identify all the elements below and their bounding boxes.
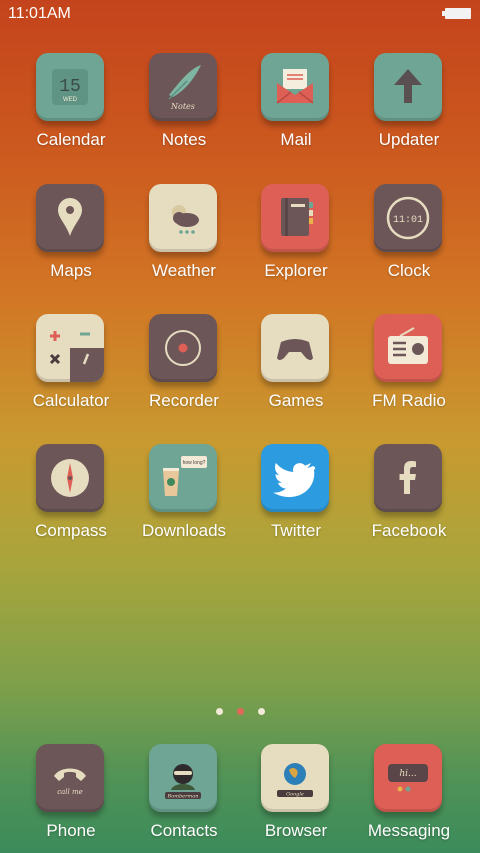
browser-icon: Google [261,744,329,812]
app-explorer[interactable]: Explorer [240,184,352,294]
messaging-icon: hi... [374,744,442,812]
app-fm-radio[interactable]: FM Radio [353,314,465,424]
app-facebook[interactable]: Facebook [353,444,465,554]
downloads-icon: how long? [149,444,217,512]
status-time: 11:01AM [8,5,71,22]
app-label: Facebook [371,521,447,540]
twitter-icon [261,444,329,512]
page-dot-active[interactable] [236,708,244,715]
dock-phone[interactable]: call me Phone [15,744,127,853]
svg-text:how long?: how long? [183,460,206,466]
page-dot[interactable] [257,708,265,715]
clock-icon: 11:01 [374,184,442,252]
dock-messaging[interactable]: hi... Messaging [353,744,465,853]
app-clock[interactable]: 11:01 Clock [353,184,465,294]
page-indicator[interactable] [0,702,480,715]
calculator-icon [36,314,104,382]
svg-text:hi...: hi... [399,769,416,779]
app-compass[interactable]: Compass [15,444,127,554]
status-bar: 11:01AM [0,0,480,28]
recorder-icon [149,314,217,382]
svg-text:11:01: 11:01 [393,215,423,226]
contacts-icon: Bomberman [149,744,217,812]
svg-text:Google: Google [286,792,304,798]
app-label: Messaging [367,821,451,840]
app-notes[interactable]: Notes Notes [128,53,240,163]
app-mail[interactable]: Mail [240,53,352,163]
app-games[interactable]: Games [240,314,352,424]
app-recorder[interactable]: Recorder [128,314,240,424]
app-updater[interactable]: Updater [353,53,465,163]
app-label: Clock [387,261,431,280]
battery-icon [442,8,471,19]
svg-text:Bomberman: Bomberman [167,794,199,800]
app-calendar[interactable]: 15 WED Calendar [15,53,127,163]
svg-text:15: 15 [59,77,81,97]
page-dot[interactable] [215,708,223,715]
dock-browser[interactable]: Google Browser [240,744,352,853]
weather-icon [149,184,217,252]
maps-icon [36,184,104,252]
games-icon [261,314,329,382]
svg-text:call me: call me [57,788,83,796]
app-calculator[interactable]: Calculator [15,314,127,424]
svg-text:WED: WED [63,97,78,103]
calendar-icon: 15 WED [36,53,104,121]
dock-contacts[interactable]: Bomberman Contacts [128,744,240,853]
explorer-icon [261,184,329,252]
facebook-icon [374,444,442,512]
mail-icon [261,53,329,121]
phone-icon: call me [36,744,104,812]
app-weather[interactable]: Weather [128,184,240,294]
app-maps[interactable]: Maps [15,184,127,294]
radio-icon [374,314,442,382]
updater-icon [374,53,442,121]
svg-text:Notes: Notes [170,102,195,111]
notes-icon: Notes [149,53,217,121]
app-downloads[interactable]: how long? Downloads [128,444,240,554]
compass-icon [36,444,104,512]
app-label: Updater [378,130,440,149]
app-twitter[interactable]: Twitter [240,444,352,554]
app-label: FM Radio [372,391,446,410]
